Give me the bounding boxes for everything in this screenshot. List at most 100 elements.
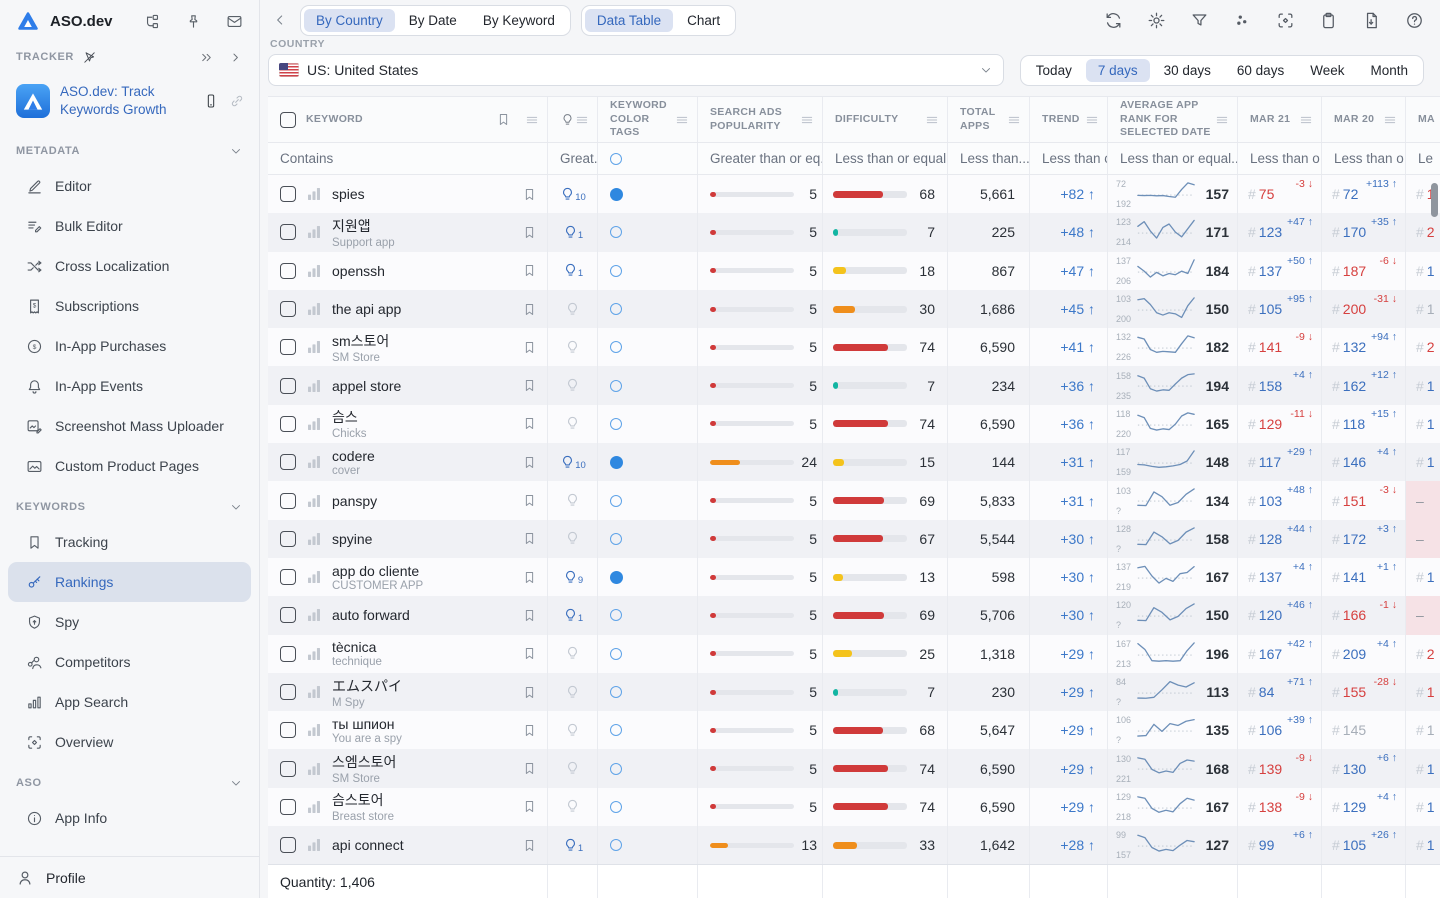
filter-cell-diff[interactable]: Less than or equal ... [823, 143, 948, 174]
sidebar-item-overview[interactable]: Overview [0, 722, 259, 762]
bookmark-icon[interactable] [522, 761, 537, 776]
row-checkbox[interactable] [280, 569, 296, 585]
row-checkbox[interactable] [280, 186, 296, 202]
suggestions-bulb[interactable] [564, 645, 581, 662]
filter-cell-tags[interactable] [598, 143, 698, 174]
suggestions-bulb[interactable]: 1 [562, 262, 583, 279]
column-header-bulb[interactable] [548, 97, 598, 142]
tab-data-table[interactable]: Data Table [585, 9, 673, 32]
color-tag[interactable] [610, 495, 622, 507]
row-checkbox[interactable] [280, 761, 296, 777]
column-header-m19[interactable]: MA [1406, 97, 1440, 142]
suggestions-bulb[interactable]: 10 [559, 186, 586, 203]
row-checkbox[interactable] [280, 493, 296, 509]
range-week[interactable]: Week [1298, 59, 1356, 82]
suggestions-bulb[interactable] [564, 339, 581, 356]
link-icon[interactable] [229, 93, 245, 109]
keyword-chart-icon[interactable] [306, 722, 322, 738]
bookmark-icon[interactable] [522, 378, 537, 393]
keyword-chart-icon[interactable] [306, 761, 322, 777]
column-menu-icon[interactable] [575, 113, 589, 127]
filter-cell-pop[interactable]: Greater than or eq... [698, 143, 823, 174]
bookmark-icon[interactable] [522, 570, 537, 585]
gear-icon[interactable] [1147, 11, 1166, 30]
sidebar-item-spy[interactable]: Spy [0, 602, 259, 642]
color-tag[interactable] [610, 839, 622, 851]
color-tag[interactable] [610, 686, 622, 698]
range-60-days[interactable]: 60 days [1225, 59, 1296, 82]
clipboard-icon[interactable] [1319, 11, 1338, 30]
scan-target-icon[interactable] [1276, 11, 1295, 30]
bookmark-icon[interactable] [522, 340, 537, 355]
file-export-icon[interactable] [1362, 11, 1381, 30]
back-button[interactable] [272, 12, 288, 28]
filter-cell-rank[interactable]: Less than or equal... [1108, 143, 1238, 174]
column-menu-icon[interactable] [1007, 113, 1021, 127]
table-row[interactable]: spies 10 5 68 5,661 +82 ↑ 72192 [268, 175, 1440, 213]
table-row[interactable]: spyine 5 67 5,544 +30 ↑ 128? [268, 520, 1440, 558]
color-tag[interactable] [610, 801, 622, 813]
column-header-diff[interactable]: DIFFICULTY [823, 97, 948, 142]
column-menu-icon[interactable] [1215, 113, 1229, 127]
column-header-pop[interactable]: SEARCH ADS POPULARITY [698, 97, 823, 142]
range-7-days[interactable]: 7 days [1086, 59, 1150, 82]
table-row[interactable]: tècnica technique 5 25 1,318 +29 ↑ [268, 635, 1440, 673]
range-30-days[interactable]: 30 days [1152, 59, 1223, 82]
color-tag[interactable] [610, 418, 622, 430]
keyword-chart-icon[interactable] [306, 837, 322, 853]
column-menu-icon[interactable] [525, 113, 539, 127]
color-tag[interactable] [610, 380, 622, 392]
tracked-app-card[interactable]: ASO.dev: Track Keywords Growth [0, 72, 259, 130]
table-row[interactable]: the api app 5 30 1,686 +45 ↑ 103 [268, 290, 1440, 328]
column-menu-icon[interactable] [1085, 113, 1099, 127]
row-checkbox[interactable] [280, 837, 296, 853]
sidebar-item-rankings[interactable]: Rankings [8, 562, 251, 602]
sidebar-item-in-app-events[interactable]: In-App Events [0, 366, 259, 406]
color-tag[interactable] [610, 456, 623, 469]
table-row[interactable]: エムスパイ M Spy 5 7 230 +29 ↑ 84? [268, 673, 1440, 711]
color-tag[interactable] [610, 188, 623, 201]
row-checkbox[interactable] [280, 454, 296, 470]
color-tag[interactable] [610, 609, 622, 621]
column-menu-icon[interactable] [925, 113, 939, 127]
sidebar-item-cross-localization[interactable]: Cross Localization [0, 246, 259, 286]
vertical-scrollbar-thumb[interactable] [1431, 183, 1438, 217]
color-tag[interactable] [610, 571, 623, 584]
column-menu-icon[interactable] [800, 113, 814, 127]
column-header-keyword[interactable]: KEYWORD [268, 97, 548, 142]
suggestions-bulb[interactable] [564, 760, 581, 777]
range-month[interactable]: Month [1358, 59, 1420, 82]
suggestions-bulb[interactable] [564, 722, 581, 739]
table-row[interactable]: 지원앱 Support app 1 5 7 225 +48 ↑ 12 [268, 213, 1440, 251]
sidebar-item-editor[interactable]: Editor [0, 166, 259, 206]
keyword-chart-icon[interactable] [306, 416, 322, 432]
country-select[interactable]: US: United States [268, 54, 1004, 86]
funnel-icon[interactable] [1190, 11, 1209, 30]
bookmark-icon[interactable] [522, 608, 537, 623]
color-tag[interactable] [610, 303, 622, 315]
dots-icon[interactable] [1233, 11, 1252, 30]
sidebar-section-label[interactable]: KEYWORDS [0, 486, 259, 522]
sidebar-item-bulk-editor[interactable]: Bulk Editor [0, 206, 259, 246]
table-row[interactable]: 슴스 Chicks 5 74 6,590 +36 ↑ 118220 [268, 405, 1440, 443]
keyword-chart-icon[interactable] [306, 607, 322, 623]
range-today[interactable]: Today [1024, 59, 1084, 82]
bookmark-icon[interactable] [522, 531, 537, 546]
tab-by-date[interactable]: By Date [397, 9, 469, 32]
color-tag[interactable] [610, 341, 622, 353]
keyword-chart-icon[interactable] [306, 224, 322, 240]
bookmark-icon[interactable] [522, 416, 537, 431]
suggestions-bulb[interactable] [564, 530, 581, 547]
keyword-chart-icon[interactable] [306, 569, 322, 585]
keyword-chart-icon[interactable] [306, 799, 322, 815]
profile-item[interactable]: Profile [0, 856, 259, 898]
collapse-all-icon[interactable] [199, 50, 214, 65]
pin-icon[interactable] [185, 13, 202, 30]
row-checkbox[interactable] [280, 531, 296, 547]
keyword-chart-icon[interactable] [306, 186, 322, 202]
sidebar-item-subscriptions[interactable]: $Subscriptions [0, 286, 259, 326]
keyword-chart-icon[interactable] [306, 301, 322, 317]
filter-cell-m19[interactable]: Le [1406, 143, 1440, 174]
suggestions-bulb[interactable]: 9 [562, 569, 583, 586]
column-menu-icon[interactable] [1299, 113, 1313, 127]
